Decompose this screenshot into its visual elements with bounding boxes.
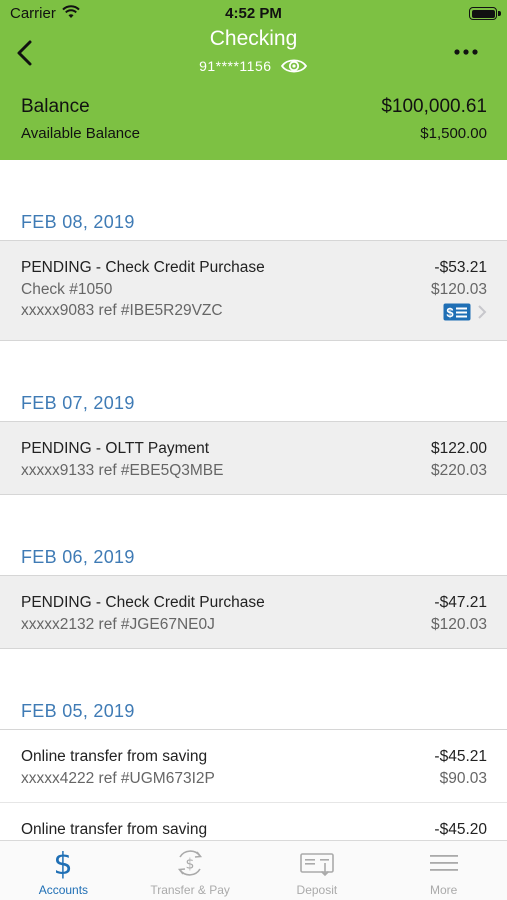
transaction-reference: xxxxx4222 ref #UGM673I2P: [21, 769, 215, 787]
transaction-amount: -$53.21: [434, 259, 487, 276]
transaction-group: FEB 06, 2019 PENDING - Check Credit Purc…: [0, 495, 507, 649]
transaction-reference: xxxxx2132 ref #JGE67NE0J: [21, 615, 215, 633]
battery-icon: [469, 7, 501, 20]
page-title: Checking: [209, 27, 298, 50]
tab-label: Transfer & Pay: [150, 883, 230, 897]
balance-label: Balance: [21, 96, 90, 117]
date-header: FEB 07, 2019: [21, 393, 135, 413]
transaction-group: FEB 05, 2019 Online transfer from saving…: [0, 649, 507, 840]
transaction-row[interactable]: PENDING - OLTT Payment xxxxx9133 ref #EB…: [0, 422, 507, 495]
more-options-button[interactable]: [451, 40, 481, 64]
transaction-row[interactable]: PENDING - Check Credit Purchase Check #1…: [0, 241, 507, 341]
svg-text:$: $: [186, 857, 195, 873]
transaction-amount: $122.00: [430, 440, 487, 457]
transaction-group: FEB 08, 2019 PENDING - Check Credit Purc…: [0, 160, 507, 341]
account-number: 91****1156: [199, 58, 272, 75]
running-balance: $220.03: [430, 461, 487, 479]
date-header: FEB 05, 2019: [21, 701, 135, 721]
status-bar: Carrier 4:52 PM: [0, 0, 507, 26]
transaction-amount: -$45.20: [434, 821, 487, 838]
tab-deposit[interactable]: Deposit: [254, 841, 381, 900]
tab-label: Accounts: [38, 883, 89, 897]
tab-accounts[interactable]: $ Accounts: [0, 841, 127, 900]
ellipsis-icon: [454, 49, 478, 55]
status-time: 4:52 PM: [225, 5, 282, 22]
check-number: Check #1050: [21, 280, 113, 298]
account-number-line: 91****1156: [0, 57, 507, 78]
deposit-check-icon: [300, 853, 334, 877]
transaction-description: PENDING - Check Credit Purchase: [21, 259, 265, 276]
running-balance: $120.03: [430, 615, 487, 633]
svg-text:$: $: [54, 847, 73, 879]
transaction-amount: -$47.21: [434, 594, 487, 611]
transaction-row[interactable]: PENDING - Check Credit Purchase xxxxx213…: [0, 576, 507, 649]
tab-more[interactable]: More: [380, 841, 507, 900]
tab-transfer-pay[interactable]: $ Transfer & Pay: [127, 841, 254, 900]
hamburger-menu-icon: [429, 855, 458, 871]
tab-label: More: [429, 883, 458, 897]
available-balance-value: $1,500.00: [420, 125, 487, 142]
transaction-reference: xxxxx9133 ref #EBE5Q3MBE: [21, 461, 224, 479]
transaction-reference: xxxxx9083 ref #IBE5R29VZC: [21, 302, 223, 319]
account-header: Carrier 4:52 PM Checking 91****1156 Bala…: [0, 0, 507, 160]
eye-icon[interactable]: [280, 57, 308, 78]
available-balance-label: Available Balance: [21, 125, 140, 142]
chevron-right-icon: [477, 304, 487, 327]
transaction-group: FEB 07, 2019 PENDING - OLTT Payment xxxx…: [0, 341, 507, 495]
tab-label: Deposit: [296, 883, 338, 897]
transaction-amount: -$45.21: [434, 748, 487, 765]
running-balance: $90.03: [439, 769, 487, 787]
tab-bar: $ Accounts $ Transfer & Pay Deposit More: [0, 840, 507, 900]
transfer-pay-icon: $: [178, 850, 203, 876]
transaction-row[interactable]: Online transfer from saving xxxxx4222 re…: [0, 730, 507, 803]
svg-text:$: $: [446, 305, 454, 320]
balance-value: $100,000.61: [381, 96, 487, 117]
transaction-description: PENDING - Check Credit Purchase: [21, 594, 265, 611]
transaction-description: Online transfer from saving: [21, 748, 208, 765]
transaction-description: PENDING - OLTT Payment: [21, 440, 210, 457]
running-balance: $120.03: [430, 280, 487, 298]
check-image-icon[interactable]: $: [443, 303, 471, 328]
transaction-row[interactable]: Online transfer from saving -$45.20: [0, 803, 507, 840]
date-header: FEB 08, 2019: [21, 212, 135, 232]
transaction-list[interactable]: FEB 08, 2019 PENDING - Check Credit Purc…: [0, 160, 507, 840]
dollar-icon: $: [54, 847, 73, 879]
transaction-description: Online transfer from saving: [21, 821, 208, 838]
date-header: FEB 06, 2019: [21, 547, 135, 567]
